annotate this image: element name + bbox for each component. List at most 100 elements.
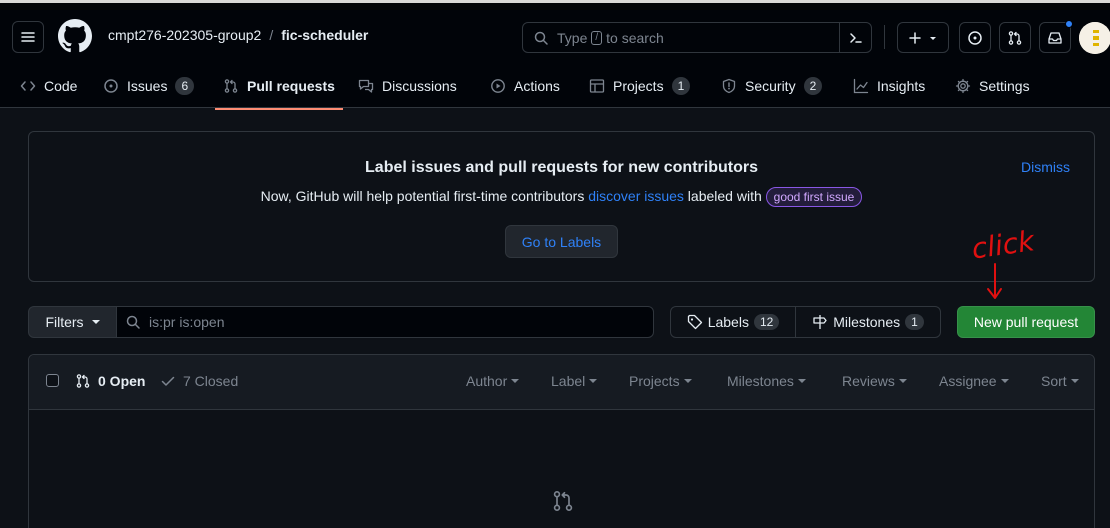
filter-label: Reviews <box>842 373 895 389</box>
search-icon <box>126 315 140 329</box>
banner-description: Now, GitHub will help potential first-ti… <box>29 187 1094 207</box>
terminal-icon <box>849 32 862 43</box>
list-header: 0 Open 7 Closed Author Label Projects Mi… <box>29 355 1094 410</box>
plus-icon <box>909 31 921 44</box>
menu-button[interactable] <box>12 21 44 53</box>
labels-counter: 12 <box>753 314 780 330</box>
issue-opened-icon <box>968 30 982 45</box>
tab-projects[interactable]: Projects 1 <box>589 73 691 99</box>
create-new-button[interactable] <box>897 22 949 53</box>
filter-label: Milestones <box>727 373 794 389</box>
check-icon <box>161 376 175 386</box>
tab-label: Insights <box>877 78 926 94</box>
tab-label: Discussions <box>382 78 457 94</box>
dismiss-button[interactable]: Dismiss <box>1021 159 1070 175</box>
code-icon <box>20 81 36 91</box>
tab-counter: 6 <box>175 77 195 95</box>
search-icon <box>534 31 548 45</box>
open-filter[interactable]: 0 Open <box>75 373 145 389</box>
table-icon <box>589 79 605 93</box>
triangle-down-icon <box>930 36 936 40</box>
command-palette-button[interactable] <box>839 23 871 52</box>
milestones-label: Milestones <box>833 314 901 330</box>
filter-search-input[interactable]: is:pr is:open <box>116 306 654 338</box>
filter-label: Projects <box>629 373 680 389</box>
triangle-down-icon <box>91 320 100 324</box>
play-icon <box>491 79 505 93</box>
reviews-filter[interactable]: Reviews <box>842 373 907 389</box>
triangle-down-icon <box>511 379 520 383</box>
pull-requests-button[interactable] <box>999 22 1031 53</box>
avatar-image-icon <box>1079 22 1110 54</box>
banner-text-after: labeled with <box>683 188 766 204</box>
discover-issues-link[interactable]: discover issues <box>588 188 684 204</box>
tab-security[interactable]: Security 2 <box>721 73 823 99</box>
filters-label: Filters <box>45 314 84 330</box>
sort-filter[interactable]: Sort <box>1041 373 1079 389</box>
inbox-icon <box>1048 31 1062 44</box>
closed-filter[interactable]: 7 Closed <box>160 373 238 389</box>
notification-dot <box>1065 20 1073 28</box>
label-filter[interactable]: Label <box>551 373 598 389</box>
filter-label: Assignee <box>939 373 997 389</box>
global-header: cmpt276-202305-group2 / fic-scheduler Ty… <box>0 0 1110 111</box>
filters-button[interactable]: Filters <box>28 306 117 338</box>
inbox-button[interactable] <box>1039 20 1073 53</box>
comment-discussion-icon <box>358 79 374 93</box>
tab-discussions[interactable]: Discussions <box>358 73 457 99</box>
assignee-filter[interactable]: Assignee <box>939 373 1009 389</box>
labels-button[interactable]: Labels 12 <box>671 307 796 337</box>
milestones-button[interactable]: Milestones 1 <box>796 307 940 337</box>
tab-label: Security <box>745 78 796 94</box>
open-count-label: 0 Open <box>98 373 146 389</box>
filter-label: Label <box>551 373 586 389</box>
milestones-filter[interactable]: Milestones <box>727 373 806 389</box>
breadcrumb-separator: / <box>269 27 274 43</box>
repo-nav-tabs: Code Issues 6 Pull requests Discussions … <box>0 67 1110 111</box>
tab-insights[interactable]: Insights <box>853 73 925 99</box>
tab-counter: 1 <box>671 77 691 95</box>
pull-request-list: 0 Open 7 Closed Author Label Projects Mi… <box>28 354 1095 528</box>
gear-icon <box>955 78 971 94</box>
github-logo-icon[interactable] <box>58 19 92 53</box>
search-placeholder-suffix: to search <box>606 29 664 46</box>
go-to-labels-button[interactable]: Go to Labels <box>505 225 618 258</box>
tab-actions[interactable]: Actions <box>490 73 560 99</box>
search-shortcut-key: / <box>591 30 603 45</box>
tab-counter: 2 <box>803 77 823 95</box>
issues-button[interactable] <box>959 22 991 53</box>
breadcrumb: cmpt276-202305-group2 / fic-scheduler <box>108 27 368 43</box>
avatar[interactable] <box>1079 22 1110 54</box>
hamburger-icon <box>21 32 35 42</box>
new-pull-request-button[interactable]: New pull request <box>957 306 1095 338</box>
author-filter[interactable]: Author <box>466 373 520 389</box>
select-all-checkbox[interactable] <box>46 374 59 387</box>
shield-icon <box>722 78 736 94</box>
tab-issues[interactable]: Issues 6 <box>103 73 195 99</box>
triangle-down-icon <box>898 379 907 383</box>
graph-icon <box>853 78 869 94</box>
banner-title: Label issues and pull requests for new c… <box>365 159 758 176</box>
banner-text-before: Now, GitHub will help potential first-ti… <box>260 188 589 204</box>
tab-label: Settings <box>979 78 1030 94</box>
labels-milestones-group: Labels 12 Milestones 1 <box>670 306 941 338</box>
search-placeholder-prefix: Type <box>557 29 588 46</box>
tab-pull-requests[interactable]: Pull requests <box>223 73 335 99</box>
triangle-down-icon <box>797 379 806 383</box>
git-pull-request-icon <box>224 79 238 93</box>
projects-filter[interactable]: Projects <box>629 373 692 389</box>
filter-label: Sort <box>1041 373 1067 389</box>
repo-link[interactable]: fic-scheduler <box>281 27 368 43</box>
arrow-down-icon <box>987 263 1002 299</box>
empty-state-pull-request-icon <box>551 489 575 513</box>
search-input[interactable]: Type / to search <box>522 22 872 53</box>
closed-count-label: 7 Closed <box>183 373 239 389</box>
tab-code[interactable]: Code <box>20 73 77 99</box>
filter-query: is:pr is:open <box>149 314 225 330</box>
tab-settings[interactable]: Settings <box>955 73 1030 99</box>
active-tab-underline <box>215 108 343 110</box>
owner-link[interactable]: cmpt276-202305-group2 <box>108 27 261 43</box>
good-first-issue-label[interactable]: good first issue <box>765 187 863 207</box>
tag-icon <box>687 314 702 330</box>
tab-label: Actions <box>514 78 560 94</box>
